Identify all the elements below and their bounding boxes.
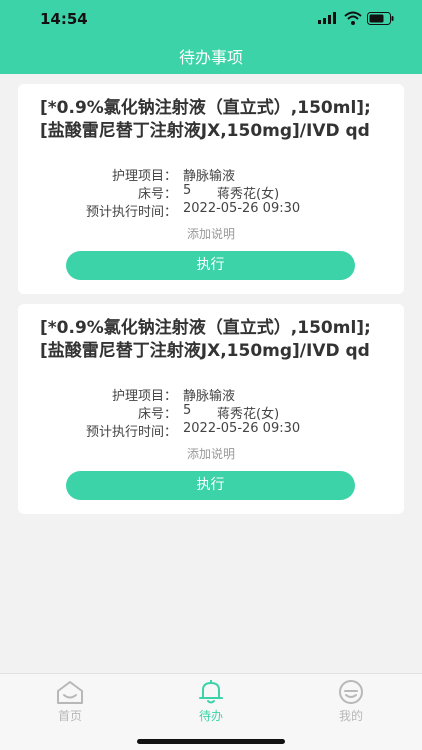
exec-time-label: 预计执行时间： <box>85 425 177 440</box>
bell-icon <box>199 680 223 704</box>
task-card: [*0.9%氯化钠注射液（直立式）,150ml];[盐酸雷尼替丁注射液JX,15… <box>18 304 404 514</box>
execute-button[interactable]: 执行 <box>66 251 355 280</box>
nursing-item-value: 静脉输液 <box>183 389 236 404</box>
app-header: 14:54 待办事项 <box>0 0 422 74</box>
patient-name: 蒋秀花(女) <box>217 407 280 422</box>
wifi-icon <box>344 11 362 25</box>
tab-profile-label: 我的 <box>338 709 363 723</box>
bed-row: 床号： 5 蒋秀花(女) <box>18 183 404 202</box>
tab-home-label: 首页 <box>57 709 82 723</box>
nursing-item-label: 护理项目： <box>111 169 177 184</box>
bed-row: 床号： 5 蒋秀花(女) <box>18 403 404 422</box>
bed-number: 5 <box>183 403 192 418</box>
exec-time-row: 预计执行时间： 2022-05-26 09:30 <box>18 421 404 440</box>
nursing-item-row: 护理项目： 静脉输液 <box>18 165 404 184</box>
tab-todo[interactable]: 待办 <box>166 679 256 725</box>
exec-time-value: 2022-05-26 09:30 <box>183 201 301 216</box>
add-note-link[interactable]: 添加说明 <box>18 445 404 462</box>
order-text: [*0.9%氯化钠注射液（直立式）,150ml];[盐酸雷尼替丁注射液JX,15… <box>40 318 371 361</box>
patient-name: 蒋秀花(女) <box>217 187 280 202</box>
nursing-item-row: 护理项目： 静脉输液 <box>18 385 404 404</box>
status-bar: 14:54 <box>0 0 422 38</box>
task-card: [*0.9%氯化钠注射液（直立式）,150ml];[盐酸雷尼替丁注射液JX,15… <box>18 84 404 294</box>
home-icon <box>57 681 83 704</box>
home-indicator <box>137 739 285 744</box>
smiley-icon <box>339 680 363 704</box>
battery-icon <box>367 12 394 25</box>
exec-time-value: 2022-05-26 09:30 <box>183 421 301 436</box>
exec-time-row: 预计执行时间： 2022-05-26 09:30 <box>18 201 404 220</box>
bed-label: 床号： <box>137 407 177 422</box>
bed-label: 床号： <box>137 187 177 202</box>
add-note-link[interactable]: 添加说明 <box>18 225 404 242</box>
exec-time-label: 预计执行时间： <box>85 205 177 220</box>
nursing-item-label: 护理项目： <box>111 389 177 404</box>
execute-button[interactable]: 执行 <box>66 471 355 500</box>
cellular-signal-icon <box>318 12 336 24</box>
bed-number: 5 <box>183 183 192 198</box>
nursing-item-value: 静脉输液 <box>183 169 236 184</box>
status-time: 14:54 <box>40 10 88 28</box>
tab-todo-label: 待办 <box>198 709 223 723</box>
tab-home[interactable]: 首页 <box>25 679 115 725</box>
order-text: [*0.9%氯化钠注射液（直立式）,150ml];[盐酸雷尼替丁注射液JX,15… <box>40 98 371 141</box>
page-title: 待办事项 <box>178 48 243 67</box>
tab-profile[interactable]: 我的 <box>306 679 396 725</box>
